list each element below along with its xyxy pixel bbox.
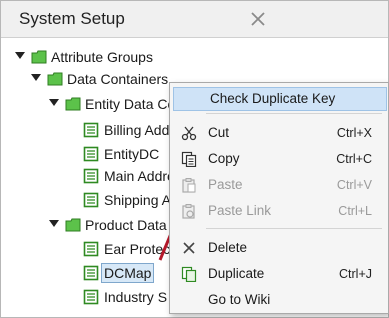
- menu-separator: [206, 113, 382, 114]
- duplicate-icon: [181, 266, 197, 283]
- menu-item-shortcut: Ctrl+C: [336, 152, 372, 166]
- paste-icon: [181, 177, 197, 193]
- menu-item-copy[interactable]: Copy Ctrl+C: [172, 147, 386, 171]
- menu-item-cut[interactable]: Cut Ctrl+X: [172, 121, 386, 145]
- context-menu: Check Duplicate Key Cut Ctrl+X Copy Ctrl…: [169, 82, 389, 314]
- menu-item-check-duplicate-key[interactable]: Check Duplicate Key: [173, 87, 387, 111]
- menu-item-label: Paste Link: [208, 203, 272, 218]
- menu-item-label: Copy: [208, 151, 240, 166]
- menu-item-label: Check Duplicate Key: [210, 91, 336, 106]
- menu-item-duplicate[interactable]: Duplicate Ctrl+J: [172, 262, 386, 286]
- menu-item-label: Cut: [208, 125, 230, 140]
- menu-item-delete[interactable]: Delete: [172, 236, 386, 260]
- menu-item-paste-link[interactable]: Paste Link Ctrl+L: [172, 199, 386, 223]
- delete-x-icon: [181, 240, 197, 256]
- menu-item-shortcut: Ctrl+V: [336, 178, 372, 192]
- menu-item-go-to-wiki[interactable]: Go to Wiki: [172, 288, 386, 312]
- menu-item-shortcut: Ctrl+X: [336, 126, 372, 140]
- menu-item-label: Duplicate: [208, 266, 265, 281]
- menu-item-paste[interactable]: Paste Ctrl+V: [172, 173, 386, 197]
- menu-item-label: Delete: [208, 240, 248, 255]
- menu-item-label: Paste: [208, 177, 243, 192]
- paste-link-icon: [181, 203, 197, 219]
- copy-icon: [181, 151, 197, 168]
- scissors-icon: [181, 125, 197, 141]
- menu-item-shortcut: Ctrl+L: [338, 204, 372, 218]
- menu-separator: [206, 228, 382, 229]
- menu-item-shortcut: Ctrl+J: [339, 267, 372, 281]
- menu-item-label: Go to Wiki: [208, 292, 271, 307]
